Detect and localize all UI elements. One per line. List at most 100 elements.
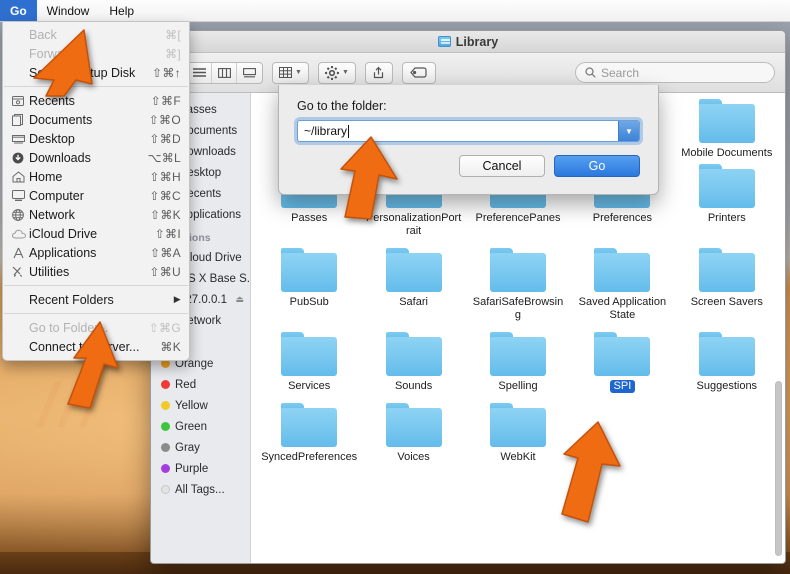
finder-item[interactable]: Mobile Documents: [675, 99, 779, 160]
arrange-button[interactable]: ▼: [272, 61, 309, 84]
menu-help[interactable]: Help: [99, 0, 144, 21]
folder-icon: [281, 332, 338, 376]
sidebar-tag-purple[interactable]: Purple: [151, 458, 250, 479]
finder-item[interactable]: Saved Application State: [570, 248, 674, 322]
finder-item[interactable]: Suggestions: [675, 332, 779, 393]
search-icon: [585, 67, 596, 78]
chevron-down-icon[interactable]: ▼: [618, 121, 639, 141]
finder-item-label: SafariSafeBrowsing: [472, 296, 564, 321]
menu-item-shortcut: ⇧⌘H: [149, 169, 181, 184]
menu-item-icloud-drive[interactable]: iCloud Drive ⇧⌘I: [3, 224, 189, 243]
folder-icon: [489, 403, 546, 447]
go-menu-dropdown[interactable]: Back ⌘[ Forward ⌘] Select Startup Disk ⇧…: [2, 22, 190, 361]
menu-window[interactable]: Window: [37, 0, 100, 21]
column-view-button[interactable]: [212, 62, 237, 83]
finder-item-label: PreferencePanes: [475, 212, 561, 224]
folder-icon: [698, 332, 755, 376]
menu-bar[interactable]: Go Window Help: [0, 0, 790, 22]
menu-item-label: Downloads: [29, 150, 91, 165]
submenu-arrow-icon: ▶: [173, 294, 181, 304]
tag-color-dot: [161, 380, 170, 389]
finder-item[interactable]: WebKit: [466, 403, 570, 464]
search-field[interactable]: Search: [575, 62, 775, 83]
menu-item-select-startup-disk[interactable]: Select Startup Disk ⇧⌘↑: [3, 63, 189, 82]
finder-item-label: Safari: [399, 296, 428, 308]
gallery-view-button[interactable]: [237, 63, 262, 83]
library-folder-icon: [437, 36, 451, 47]
sidebar-tag-green[interactable]: Green: [151, 416, 250, 437]
folder-path-value: ~/library: [304, 124, 348, 138]
folder-path-input[interactable]: ~/library: [298, 121, 618, 141]
menu-item-applications[interactable]: Applications ⇧⌘A: [3, 243, 189, 262]
menu-item-label: Utilities: [29, 264, 70, 279]
menu-item-utilities[interactable]: Utilities ⇧⌘U: [3, 262, 189, 281]
menu-item-label: Documents: [29, 112, 93, 127]
downloads-icon: [12, 152, 29, 164]
folder-icon: [587, 327, 658, 382]
folder-icon: [281, 403, 338, 447]
menu-item-go-to-folder[interactable]: Go to Folder... ⇧⌘G: [3, 318, 189, 337]
go-button[interactable]: Go: [554, 155, 640, 177]
vertical-scrollbar[interactable]: [775, 381, 782, 556]
menu-item-connect-to-server[interactable]: Connect to Server... ⌘K: [3, 337, 189, 356]
finder-item[interactable]: Screen Savers: [675, 248, 779, 322]
menu-item-computer[interactable]: Computer ⇧⌘C: [3, 186, 189, 205]
menu-item-shortcut: ⇧⌘F: [150, 93, 181, 108]
menu-item-shortcut: ⇧⌘C: [149, 188, 181, 203]
sidebar-label: Yellow: [175, 399, 208, 412]
menu-separator: [4, 313, 188, 314]
finder-item-selected[interactable]: SPI: [570, 327, 674, 393]
tags-button[interactable]: [401, 61, 436, 84]
menu-item-home[interactable]: Home ⇧⌘H: [3, 167, 189, 186]
finder-item[interactable]: SyncedPreferences: [257, 403, 361, 464]
menu-item-shortcut: ⌥⌘L: [147, 150, 181, 165]
share-button[interactable]: [364, 61, 393, 84]
finder-item[interactable]: SafariSafeBrowsing: [466, 248, 570, 322]
finder-icon-grid[interactable]: Passes PersonalizationPortrait Preferenc…: [251, 160, 785, 464]
menu-go[interactable]: Go: [0, 0, 37, 21]
folder-icon: [698, 248, 755, 292]
menu-item-recent-folders[interactable]: Recent Folders ▶: [3, 290, 189, 309]
list-view-button[interactable]: [187, 62, 212, 83]
tag-color-dot: [161, 464, 170, 473]
action-button[interactable]: ▼: [317, 61, 356, 84]
finder-item[interactable]: PubSub: [257, 248, 361, 322]
menu-item-label: Connect to Server...: [29, 339, 140, 354]
menu-item-label: Desktop: [29, 131, 75, 146]
finder-item-label: Voices: [397, 451, 430, 463]
finder-item[interactable]: Voices: [361, 403, 465, 464]
finder-item-label: Printers: [707, 212, 746, 224]
go-to-folder-dialog[interactable]: Go to the folder: ~/library ▼ Cancel Go: [278, 85, 659, 195]
menu-item-label: Back: [29, 27, 57, 42]
menu-item-documents[interactable]: Documents ⇧⌘O: [3, 110, 189, 129]
sidebar-label: All Tags...: [175, 483, 225, 496]
menu-item-forward: Forward ⌘]: [3, 44, 189, 63]
menu-item-network[interactable]: Network ⇧⌘K: [3, 205, 189, 224]
finder-item[interactable]: Services: [257, 332, 361, 393]
finder-item-label: Services: [288, 380, 331, 392]
window-titlebar[interactable]: Library: [151, 31, 785, 53]
menu-item-recents[interactable]: Recents ⇧⌘F: [3, 91, 189, 110]
sidebar-tag-all[interactable]: All Tags...: [151, 479, 250, 500]
menu-item-shortcut: ⌘]: [165, 46, 181, 61]
finder-item[interactable]: Spelling: [466, 332, 570, 393]
chevron-down-icon: ▼: [341, 69, 349, 76]
eject-icon[interactable]: ⏏: [235, 294, 250, 305]
finder-item[interactable]: Safari: [361, 248, 465, 322]
menu-item-downloads[interactable]: Downloads ⌥⌘L: [3, 148, 189, 167]
desktop-icon: [12, 133, 29, 144]
sidebar-tag-gray[interactable]: Gray: [151, 437, 250, 458]
computer-icon: [12, 190, 29, 201]
finder-item-label: Saved Application State: [578, 296, 667, 321]
finder-item[interactable]: Sounds: [361, 332, 465, 393]
sidebar-tag-yellow[interactable]: Yellow: [151, 395, 250, 416]
folder-path-combobox[interactable]: ~/library ▼: [297, 120, 640, 142]
finder-item-label: Passes: [291, 212, 328, 224]
finder-item[interactable]: Printers: [675, 164, 779, 238]
menu-item-label: Select Startup Disk: [29, 65, 136, 80]
menu-item-desktop[interactable]: Desktop ⇧⌘D: [3, 129, 189, 148]
dialog-buttons: Cancel Go: [297, 155, 640, 177]
sidebar-tag-red[interactable]: Red: [151, 374, 250, 395]
cancel-button[interactable]: Cancel: [459, 155, 545, 177]
finder-item-label: Spelling: [498, 380, 538, 392]
